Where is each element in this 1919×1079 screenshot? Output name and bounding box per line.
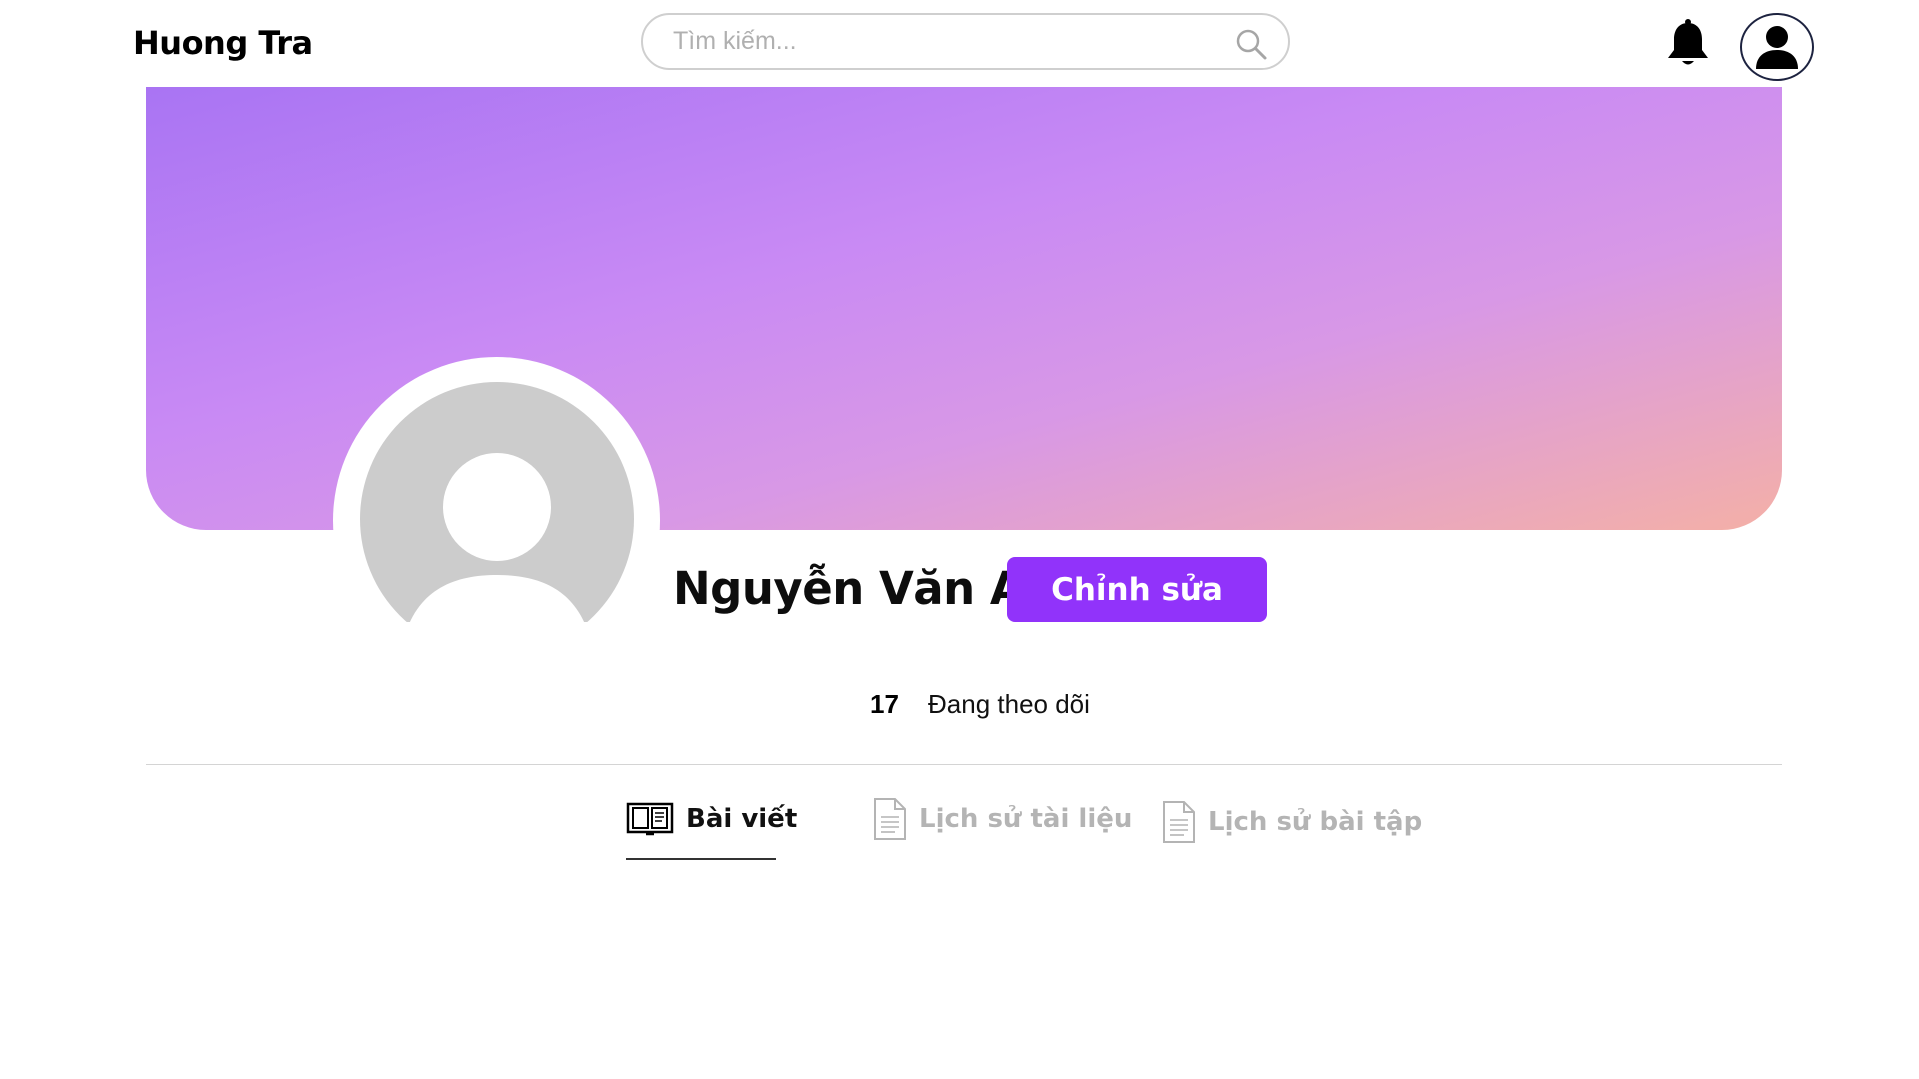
- tab-document-history[interactable]: Lịch sử tài liệu: [873, 794, 1132, 844]
- search-bar[interactable]: [641, 13, 1290, 70]
- bell-icon[interactable]: [1665, 18, 1711, 68]
- following-label[interactable]: Đang theo dõi: [928, 689, 1090, 720]
- document-icon: [1163, 801, 1195, 843]
- active-tab-indicator: [626, 858, 776, 860]
- user-icon: [1756, 26, 1798, 69]
- search-input[interactable]: [673, 15, 1213, 68]
- tab-exercise-history-label: Lịch sử bài tập: [1208, 807, 1423, 837]
- brand-logo[interactable]: Huong Tra: [133, 24, 313, 62]
- search-icon[interactable]: [1234, 27, 1268, 61]
- following-count[interactable]: 17: [870, 689, 899, 720]
- profile-name: Nguyễn Văn A: [673, 562, 1025, 615]
- profile-page: Huong Tra Nguyễn: [0, 0, 1919, 1079]
- document-icon: [874, 798, 906, 840]
- edit-profile-button[interactable]: Chỉnh sửa: [1007, 557, 1267, 622]
- tab-posts-label: Bài viết: [686, 804, 798, 834]
- tab-posts[interactable]: Bài viết: [626, 794, 797, 844]
- section-divider: [146, 764, 1782, 765]
- book-icon: [626, 802, 674, 836]
- tab-exercise-history[interactable]: Lịch sử bài tập: [1162, 797, 1422, 847]
- default-avatar-icon[interactable]: [360, 382, 634, 656]
- account-button[interactable]: [1740, 13, 1814, 81]
- tab-document-history-label: Lịch sử tài liệu: [919, 804, 1133, 834]
